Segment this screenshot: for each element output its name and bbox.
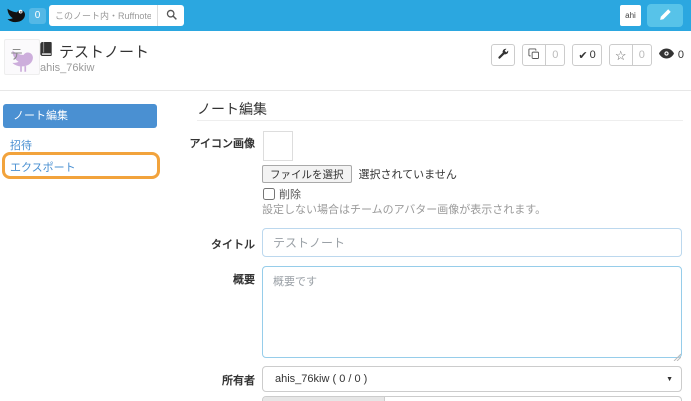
note-header-actions: 0 ✔ 0 ☆ 0 0 <box>491 44 684 66</box>
check-button[interactable]: ✔ 0 <box>572 44 601 66</box>
delete-checkbox[interactable] <box>263 188 275 200</box>
note-avatar: テ <box>4 39 40 75</box>
user-avatar[interactable]: ahi <box>620 5 641 26</box>
file-status-text: 選択されていません <box>359 166 457 182</box>
fork-count: 0 <box>546 44 565 66</box>
watchers-indicator: 0 <box>659 48 684 62</box>
sidebar-item-note-edit[interactable]: ノート編集 <box>3 104 157 128</box>
caret-down-icon: ▼ <box>666 376 673 383</box>
watch-count: 0 <box>678 49 684 61</box>
title-input[interactable] <box>262 228 682 257</box>
note-header: テ テストノート ahis_76kiw <box>0 31 691 91</box>
summary-label: 概要 <box>150 271 255 287</box>
delete-checkbox-row: 削除 <box>263 186 301 202</box>
note-owner-name[interactable]: ahis_76kiw <box>40 62 94 74</box>
clone-icon <box>528 48 540 63</box>
check-count: 0 <box>590 49 596 61</box>
search-input[interactable] <box>49 5 157 26</box>
star-button[interactable]: ☆ <box>609 44 633 66</box>
star-button-group: ☆ 0 <box>609 44 652 66</box>
summary-textarea[interactable]: 概要です <box>262 266 682 358</box>
eye-icon <box>659 48 674 62</box>
sidebar-item-export[interactable]: エクスポート <box>10 159 76 175</box>
page-title: ノート編集 <box>197 99 267 119</box>
pencil-icon <box>659 8 672 24</box>
partial-button-segment[interactable] <box>263 397 385 401</box>
wrench-icon <box>497 48 509 63</box>
star-count: 0 <box>633 44 652 66</box>
note-title[interactable]: テストノート <box>59 41 149 62</box>
new-page-button[interactable] <box>647 4 683 27</box>
magnifier-icon <box>165 8 178 24</box>
top-navbar: 0 ahi <box>0 0 691 31</box>
note-title-row: テストノート <box>39 41 149 62</box>
app-logo-bird-icon[interactable] <box>4 4 28 28</box>
star-icon: ☆ <box>615 49 627 62</box>
settings-wrench-button[interactable] <box>491 44 515 66</box>
icon-image-label: アイコン画像 <box>150 135 255 151</box>
ruffnote-note-settings-page: 0 ahi <box>0 0 691 401</box>
delete-checkbox-label[interactable]: 削除 <box>279 186 301 202</box>
notification-count-badge[interactable]: 0 <box>29 8 46 24</box>
owner-label: 所有者 <box>150 372 255 388</box>
partial-button-group[interactable] <box>262 396 682 401</box>
choose-file-button[interactable]: ファイルを選択 <box>262 165 352 183</box>
owner-select[interactable]: ahis_76kiw ( 0 / 0 ) ▼ <box>262 366 682 392</box>
file-input-row: ファイルを選択 選択されていません <box>262 165 457 183</box>
navbar-search <box>49 5 184 26</box>
book-icon <box>39 42 53 61</box>
icon-help-text: 設定しない場合はチームのアバター画像が表示されます。 <box>262 201 546 217</box>
heading-divider <box>197 120 683 121</box>
search-button[interactable] <box>157 5 184 26</box>
check-icon: ✔ <box>578 49 587 62</box>
owner-select-value: ahis_76kiw ( 0 / 0 ) <box>275 373 367 385</box>
note-avatar-letter: テ <box>10 44 23 63</box>
sidebar-item-invite[interactable]: 招待 <box>10 137 32 153</box>
fork-button[interactable] <box>522 44 546 66</box>
title-label: タイトル <box>150 236 255 252</box>
icon-image-preview <box>263 131 293 161</box>
fork-button-group: 0 <box>522 44 565 66</box>
